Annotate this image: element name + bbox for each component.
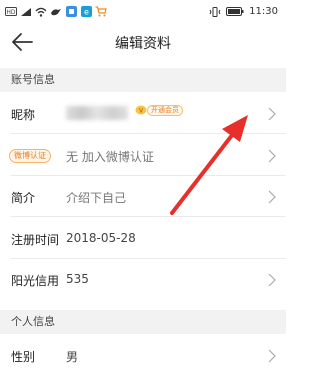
hd-icon: HD bbox=[5, 6, 17, 17]
vibrate-icon bbox=[209, 6, 221, 17]
signal-icon bbox=[20, 6, 32, 17]
chevron-right-icon bbox=[268, 190, 276, 204]
row-divider bbox=[11, 133, 286, 134]
row-weibo-verify[interactable]: 微博认证 无 加入微博认证 bbox=[0, 136, 286, 176]
chevron-right-icon bbox=[268, 273, 276, 287]
row-register-time: 注册时间 2018-05-28 bbox=[0, 219, 286, 259]
status-bar: HD e 11:30 bbox=[0, 0, 286, 24]
row-gender[interactable]: 性别 男 bbox=[0, 336, 286, 376]
page-title: 编辑资料 bbox=[115, 36, 171, 52]
status-right-icons: 11:30 bbox=[209, 6, 278, 17]
gender-label: 性别 bbox=[11, 350, 36, 364]
register-time-label: 注册时间 bbox=[11, 233, 60, 247]
register-time-value: 2018-05-28 bbox=[66, 231, 136, 245]
sunshine-credit-value: 535 bbox=[66, 272, 89, 286]
row-bio[interactable]: 简介 介绍下自己 bbox=[0, 177, 286, 217]
nickname-label: 昵称 bbox=[11, 108, 36, 122]
row-divider bbox=[11, 258, 286, 259]
gender-value: 男 bbox=[66, 350, 79, 364]
svg-text:HD: HD bbox=[6, 9, 16, 16]
wifi-icon bbox=[35, 6, 47, 17]
app-icon-1 bbox=[65, 6, 77, 17]
app-icon-2: e bbox=[80, 6, 92, 17]
bio-label: 简介 bbox=[11, 191, 36, 205]
row-divider bbox=[11, 175, 286, 176]
chevron-right-icon bbox=[268, 149, 276, 163]
weibo-verify-value: 无 加入微博认证 bbox=[66, 150, 154, 164]
nav-bar: 编辑资料 bbox=[0, 24, 286, 60]
section-header-account: 账号信息 bbox=[0, 68, 286, 92]
vip-open-badge[interactable]: 开通会员 bbox=[147, 105, 183, 116]
svg-text:e: e bbox=[84, 8, 89, 17]
cart-icon bbox=[95, 6, 107, 17]
bird-icon bbox=[50, 6, 62, 17]
sunshine-credit-label: 阳光信用 bbox=[11, 274, 60, 288]
row-nickname[interactable]: 昵称 V 开通会员 bbox=[0, 94, 286, 134]
status-time: 11:30 bbox=[249, 6, 278, 17]
row-sunshine-credit[interactable]: 阳光信用 535 bbox=[0, 260, 286, 300]
vip-crown-icon: V bbox=[135, 105, 147, 115]
row-divider bbox=[11, 216, 286, 217]
chevron-right-icon bbox=[268, 107, 276, 121]
status-left-icons: HD e bbox=[5, 6, 107, 17]
weibo-verify-badge: 微博认证 bbox=[9, 149, 51, 163]
battery-icon bbox=[226, 6, 244, 17]
nickname-value-blurred bbox=[66, 106, 128, 120]
section-header-personal: 个人信息 bbox=[0, 310, 286, 334]
bio-value: 介绍下自己 bbox=[66, 191, 127, 205]
chevron-right-icon bbox=[268, 349, 276, 363]
